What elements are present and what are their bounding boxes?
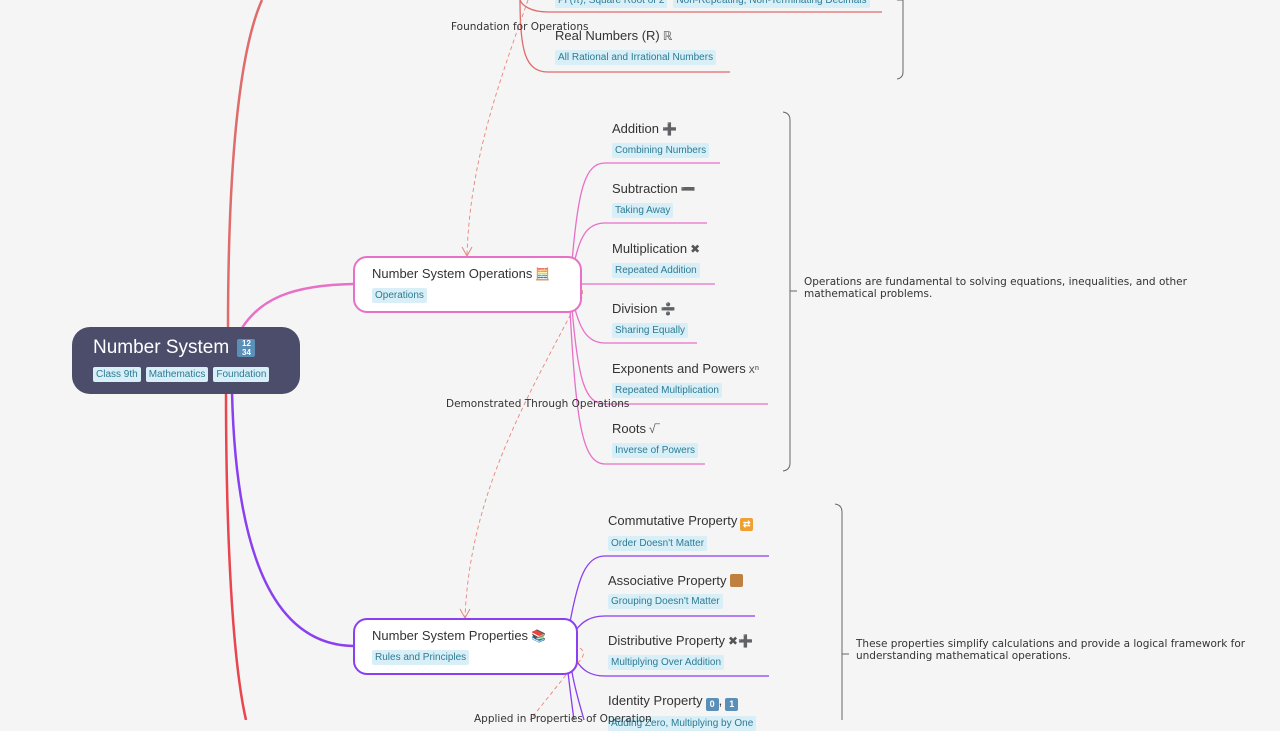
repeat-icon: ⇄ bbox=[740, 518, 754, 531]
node-tag: Repeated Addition bbox=[612, 263, 700, 278]
node-subtraction[interactable]: Subtraction ➖ Taking Away bbox=[612, 180, 696, 218]
root-tag: Foundation bbox=[213, 367, 270, 382]
node-tag: Operations bbox=[372, 288, 427, 303]
plus-icon: ➕ bbox=[661, 122, 677, 136]
multiply-icon: ✖ bbox=[690, 242, 701, 256]
node-exponents-and-powers[interactable]: Exponents and Powers xⁿ Repeated Multipli… bbox=[612, 360, 759, 398]
keycap-zero-icon: 0 bbox=[705, 698, 719, 711]
package-icon bbox=[729, 574, 743, 587]
node-roots[interactable]: Roots √‾ Inverse of Powers bbox=[612, 420, 699, 458]
node-title: Division bbox=[612, 301, 658, 316]
node-division[interactable]: Division ➗ Sharing Equally bbox=[612, 300, 689, 338]
node-title: Addition bbox=[612, 121, 659, 136]
root-tag: Class 9th bbox=[93, 367, 141, 382]
root-tag: Mathematics bbox=[145, 367, 209, 382]
node-tag: Grouping Doesn't Matter bbox=[608, 594, 723, 609]
node-tag: Non-Repeating, Non-Terminating Decimals bbox=[673, 0, 870, 8]
node-number-system-properties[interactable]: Number System Properties 📚 Rules and Prin… bbox=[353, 618, 578, 675]
node-distributive-property[interactable]: Distributive Property ✖➕ Multiplying Over… bbox=[608, 632, 753, 670]
bracket-properties bbox=[834, 503, 849, 720]
node-commutative-property[interactable]: Commutative Property ⇄ Order Doesn't Matt… bbox=[608, 512, 754, 551]
node-number-system-operations[interactable]: Number System Operations 🧮 Operations bbox=[353, 256, 582, 313]
node-multiplication[interactable]: Multiplication ✖ Repeated Addition bbox=[612, 240, 700, 278]
relationship-label-applied[interactable]: Applied in Properties of Operation bbox=[474, 713, 652, 725]
square-root-icon: √‾ bbox=[648, 422, 660, 436]
connector-prop-associative bbox=[575, 615, 755, 631]
node-title: Multiplication bbox=[612, 241, 688, 256]
connector-root-to-operations bbox=[240, 282, 355, 329]
operations-summary[interactable]: Operations are fundamental to solving eq… bbox=[804, 276, 1204, 300]
node-tag: Repeated Multiplication bbox=[612, 383, 722, 398]
node-identity-property[interactable]: Identity Property 0, 1 Adding Zero, Multip… bbox=[608, 692, 757, 731]
node-title: Subtraction bbox=[612, 181, 678, 196]
node-title: Commutative Property bbox=[608, 513, 738, 528]
relationship-label-foundation[interactable]: Foundation for Operations bbox=[451, 21, 588, 33]
node-tag: Taking Away bbox=[612, 203, 674, 218]
node-title: Exponents and Powers bbox=[612, 361, 746, 376]
node-title: Number System Operations bbox=[372, 266, 533, 281]
abacus-icon: 🧮 bbox=[535, 267, 551, 281]
exponent-icon: xⁿ bbox=[748, 362, 760, 376]
real-numbers-icon: ℝ bbox=[662, 29, 673, 43]
root-title: Number System bbox=[93, 337, 230, 358]
node-tag: Combining Numbers bbox=[612, 143, 710, 158]
bracket-real bbox=[896, 0, 904, 80]
real-sub-node-partial[interactable]: Pi (π), Square Root of 2 Non-Repeating, … bbox=[555, 0, 870, 8]
connector-root-to-lower bbox=[224, 391, 248, 720]
node-tag: Inverse of Powers bbox=[612, 443, 699, 458]
bracket-operations bbox=[782, 111, 797, 472]
keycap-one-icon: 1 bbox=[725, 698, 739, 711]
multiply-plus-icon: ✖➕ bbox=[728, 634, 754, 648]
node-tag: Multiplying Over Addition bbox=[608, 655, 725, 670]
node-tag: Pi (π), Square Root of 2 bbox=[555, 0, 668, 8]
root-node[interactable]: Number System 12 34 Class 9th Mathematics… bbox=[72, 327, 300, 394]
node-tag: Rules and Principles bbox=[372, 650, 470, 665]
divide-icon: ➗ bbox=[660, 302, 676, 316]
connector-root-to-real bbox=[226, 0, 264, 331]
node-title: Associative Property bbox=[608, 573, 727, 588]
books-icon: 📚 bbox=[531, 629, 547, 643]
node-title: Number System Properties bbox=[372, 628, 529, 643]
properties-summary[interactable]: These properties simplify calculations a… bbox=[856, 638, 1246, 662]
relationship-demonstrated-line bbox=[464, 289, 584, 618]
input-numbers-icon: 12 34 bbox=[237, 339, 256, 357]
node-title: Roots bbox=[612, 421, 646, 436]
relationship-label-demonstrated[interactable]: Demonstrated Through Operations bbox=[446, 398, 629, 410]
relationship-foundation-line bbox=[466, 0, 529, 256]
connector-root-to-properties bbox=[230, 391, 355, 648]
minus-icon: ➖ bbox=[680, 182, 696, 196]
node-title: Identity Property bbox=[608, 693, 703, 708]
node-addition[interactable]: Addition ➕ Combining Numbers bbox=[612, 120, 710, 158]
node-associative-property[interactable]: Associative Property Grouping Doesn't Ma… bbox=[608, 572, 743, 609]
node-title: Distributive Property bbox=[608, 633, 726, 648]
node-tag: All Rational and Irrational Numbers bbox=[555, 50, 717, 65]
node-tag: Sharing Equally bbox=[612, 323, 689, 338]
node-tag: Order Doesn't Matter bbox=[608, 536, 708, 551]
